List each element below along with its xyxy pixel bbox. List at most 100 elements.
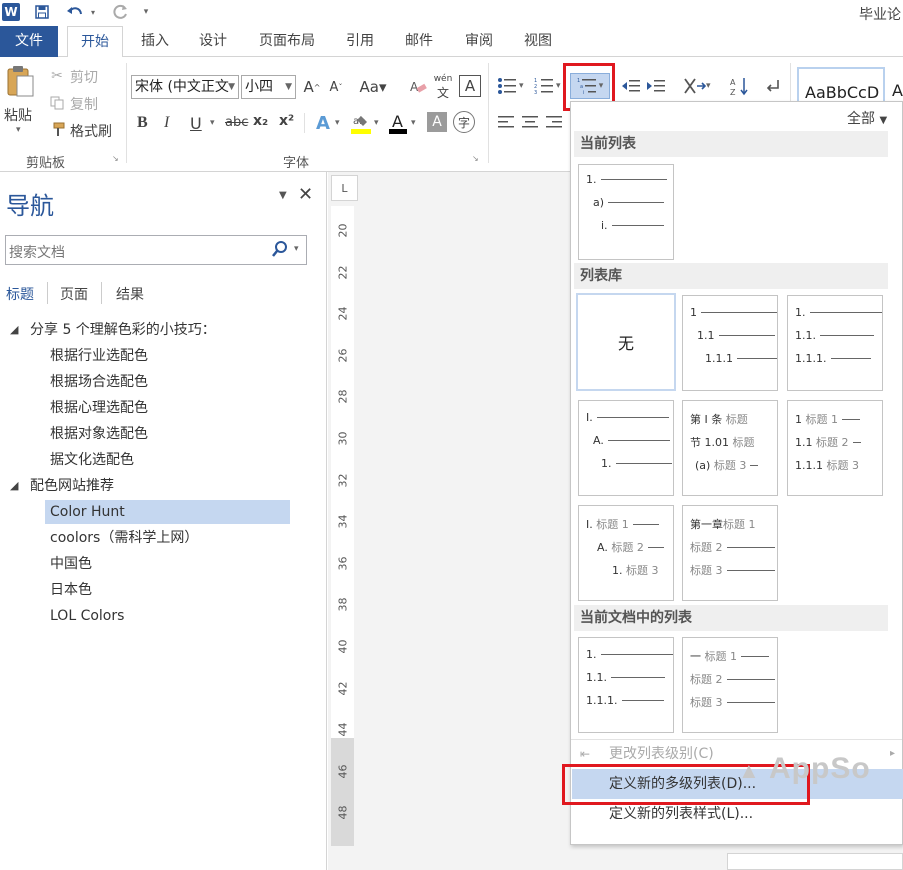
search-options-icon[interactable]: ▾ xyxy=(294,244,299,254)
heading-item[interactable]: 据文化选配色 xyxy=(50,448,134,472)
heading-item[interactable]: ◢ 配色网站推荐 xyxy=(0,474,320,498)
increase-indent-icon[interactable] xyxy=(645,75,667,97)
list-tile[interactable]: 1 标题 1 1.1 标题 2 1.1.1 标题 3 xyxy=(787,400,883,496)
heading-item[interactable]: LOL Colors xyxy=(50,604,124,628)
underline-dropdown-icon[interactable]: ▾ xyxy=(210,118,215,128)
save-icon[interactable] xyxy=(32,2,52,22)
character-border-icon[interactable]: A xyxy=(459,75,481,97)
list-tile[interactable]: 1. 1.1. 1.1.1. xyxy=(578,637,674,733)
font-size-combo[interactable]: 小四 ▼ xyxy=(241,75,296,99)
enclose-characters-icon[interactable]: 字 xyxy=(453,111,475,133)
character-shading-icon[interactable]: A xyxy=(427,112,447,132)
list-tile-none[interactable]: 无 xyxy=(576,293,676,391)
format-painter-button[interactable]: 格式刷 xyxy=(70,121,112,141)
list-tile[interactable]: I. 标题 1 A. 标题 2 1. 标题 3 xyxy=(578,505,674,601)
heading-item[interactable]: 根据行业选配色 xyxy=(50,344,148,368)
align-right-icon[interactable] xyxy=(544,113,564,131)
navigation-title: 导航 xyxy=(6,192,54,220)
phonetic-guide-icon[interactable]: wén 文 xyxy=(432,74,454,100)
chevron-down-icon: ▼ xyxy=(879,115,888,126)
ruler-number: 42 xyxy=(336,681,350,696)
tab-selector[interactable]: L xyxy=(331,175,358,201)
undo-icon[interactable] xyxy=(62,2,88,22)
heading-item[interactable]: 根据对象选配色 xyxy=(50,422,148,446)
tab-home[interactable]: 开始 xyxy=(67,26,123,58)
style-next-preview[interactable]: A xyxy=(892,81,903,100)
heading-item[interactable]: 根据场合选配色 xyxy=(50,370,148,394)
tab-design[interactable]: 设计 xyxy=(190,26,236,57)
align-left-icon[interactable] xyxy=(496,113,516,131)
font-color-icon[interactable]: A xyxy=(387,111,409,135)
ruler-number: 44 xyxy=(336,722,350,737)
search-icon[interactable] xyxy=(271,240,289,262)
cut-button[interactable]: 剪切 xyxy=(70,67,98,87)
font-name-combo[interactable]: 宋体 (中文正文 ▼ xyxy=(131,75,239,99)
heading-item-selected[interactable]: Color Hunt xyxy=(45,500,290,524)
heading-item[interactable]: coolors（需科学上网） xyxy=(50,526,198,550)
font-color-dropdown-icon[interactable]: ▾ xyxy=(411,118,416,128)
expand-triangle-icon[interactable]: ◢ xyxy=(10,318,18,342)
change-case-icon[interactable]: Aa▾ xyxy=(358,77,388,97)
superscript-button[interactable]: x² xyxy=(279,113,294,129)
list-tile[interactable]: 第 I 条 标题 节 1.01 标题 (a) 标题 3 xyxy=(682,400,778,496)
redo-icon[interactable] xyxy=(110,2,132,22)
close-icon[interactable]: ✕ xyxy=(298,184,313,205)
heading-item[interactable]: 根据心理选配色 xyxy=(50,396,148,420)
shrink-font-icon[interactable]: Aˇ xyxy=(326,77,346,97)
paste-button[interactable]: 粘贴 xyxy=(4,105,32,125)
underline-button[interactable]: U xyxy=(190,114,202,133)
tab-headings[interactable]: 标题 xyxy=(6,284,34,304)
numbering-dropdown-icon[interactable]: ▾ xyxy=(556,81,561,91)
align-center-icon[interactable] xyxy=(520,113,540,131)
ruler-number: 20 xyxy=(336,223,350,238)
tab-mailings[interactable]: 邮件 xyxy=(396,26,442,57)
numbering-icon[interactable]: 123 xyxy=(533,75,555,97)
list-tile[interactable]: 第一章 标题 1 标题 2 标题 3 xyxy=(682,505,778,601)
expand-triangle-icon[interactable]: ◢ xyxy=(10,474,18,498)
customize-quick-access-icon[interactable]: ▾ xyxy=(140,2,152,22)
pane-options-icon[interactable]: ▼ xyxy=(279,190,287,201)
italic-button[interactable]: I xyxy=(164,114,169,132)
heading-item[interactable]: ◢ 分享 5 个理解色彩的小技巧： xyxy=(0,318,320,342)
tab-file[interactable]: 文件 xyxy=(0,26,58,57)
list-tile[interactable]: 一 标题 1 标题 2 标题 3 xyxy=(682,637,778,733)
list-tile[interactable]: 1 1.1 1.1.1 xyxy=(682,295,778,391)
filter-all[interactable]: 全部 ▼ xyxy=(847,108,887,128)
tab-layout[interactable]: 页面布局 xyxy=(250,26,324,57)
copy-button[interactable]: 复制 xyxy=(70,94,98,114)
tab-view[interactable]: 视图 xyxy=(515,26,561,57)
paste-icon[interactable] xyxy=(4,63,36,99)
text-effects-icon[interactable]: A xyxy=(312,111,334,135)
list-tile[interactable]: I. A. 1. xyxy=(578,400,674,496)
heading-item[interactable]: 日本色 xyxy=(50,578,92,602)
clear-formatting-icon[interactable]: A xyxy=(408,77,428,97)
ruler-number: 32 xyxy=(336,473,350,488)
grow-font-icon[interactable]: A ^ xyxy=(302,77,322,97)
list-tile[interactable]: 1. 1.1. 1.1.1. xyxy=(787,295,883,391)
clipboard-launcher-icon[interactable]: ↘ xyxy=(112,154,119,163)
tab-results[interactable]: 结果 xyxy=(116,284,144,304)
bullets-dropdown-icon[interactable]: ▾ xyxy=(519,81,524,91)
search-input[interactable]: 搜索文档 ▾ xyxy=(5,235,307,265)
tab-insert[interactable]: 插入 xyxy=(132,26,178,57)
chevron-down-icon: ▼ xyxy=(228,82,235,92)
tab-references[interactable]: 引用 xyxy=(337,26,383,57)
show-marks-icon[interactable] xyxy=(762,75,784,97)
list-tile-current[interactable]: 1. a) i. xyxy=(578,164,674,260)
heading-item[interactable]: 中国色 xyxy=(50,552,92,576)
paste-dropdown-icon[interactable]: ▾ xyxy=(16,125,21,135)
chinese-layout-dropdown-icon[interactable]: ▾ xyxy=(706,81,711,91)
undo-dropdown-icon[interactable]: ▾ xyxy=(88,2,98,22)
sort-icon[interactable]: AZ xyxy=(728,75,750,97)
tab-review[interactable]: 审阅 xyxy=(456,26,502,57)
bullets-icon[interactable] xyxy=(496,75,518,97)
text-effects-dropdown-icon[interactable]: ▾ xyxy=(335,118,340,128)
decrease-indent-icon[interactable] xyxy=(620,75,642,97)
highlight-color-icon[interactable]: ab xyxy=(350,111,372,135)
tab-pages[interactable]: 页面 xyxy=(60,284,88,304)
subscript-button[interactable]: x₂ xyxy=(253,113,268,129)
font-launcher-icon[interactable]: ↘ xyxy=(472,154,479,163)
bold-button[interactable]: B xyxy=(137,114,148,132)
strikethrough-button[interactable]: abc xyxy=(225,115,248,130)
highlight-dropdown-icon[interactable]: ▾ xyxy=(374,118,379,128)
